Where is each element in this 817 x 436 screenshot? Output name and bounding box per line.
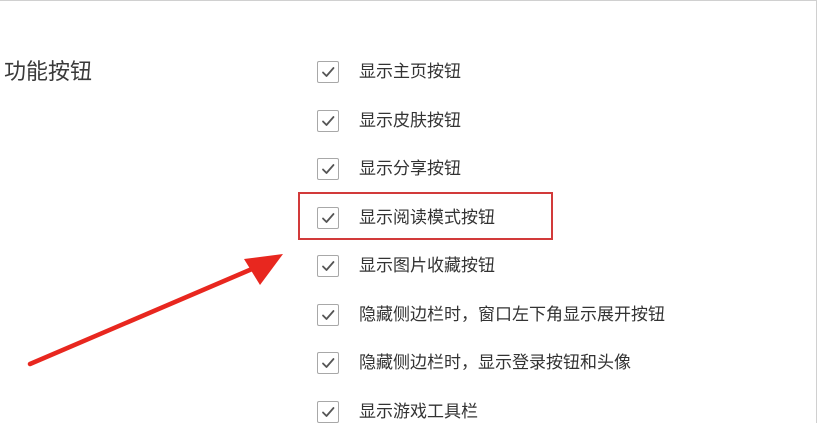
checkbox-checked[interactable] <box>317 255 339 277</box>
checkmark-icon <box>321 405 335 419</box>
checkbox-checked[interactable] <box>317 352 339 374</box>
option-label: 显示分享按钮 <box>359 158 461 180</box>
checkmark-icon <box>321 114 335 128</box>
checkmark-icon <box>321 308 335 322</box>
settings-panel: 功能按钮 显示主页按钮 显示皮肤按钮 <box>0 0 817 423</box>
option-label: 显示阅读模式按钮 <box>359 207 495 229</box>
checkbox-checked[interactable] <box>317 110 339 132</box>
checkmark-icon <box>321 65 335 79</box>
option-label: 显示图片收藏按钮 <box>359 255 495 277</box>
checkbox-checked[interactable] <box>317 207 339 229</box>
function-button-options: 显示主页按钮 显示皮肤按钮 显示分享按钮 <box>317 54 797 436</box>
option-label: 显示皮肤按钮 <box>359 110 461 132</box>
section-title: 功能按钮 <box>4 59 92 87</box>
checkbox-checked[interactable] <box>317 401 339 423</box>
checkmark-icon <box>321 356 335 370</box>
option-label: 隐藏侧边栏时，窗口左下角显示展开按钮 <box>359 304 665 326</box>
option-show-share-button[interactable]: 显示分享按钮 <box>317 145 797 194</box>
option-show-skin-button[interactable]: 显示皮肤按钮 <box>317 97 797 146</box>
option-label: 显示主页按钮 <box>359 61 461 83</box>
option-label: 显示游戏工具栏 <box>359 401 478 423</box>
option-show-login-and-avatar-when-sidebar-hidden[interactable]: 隐藏侧边栏时，显示登录按钮和头像 <box>317 339 797 388</box>
checkbox-checked[interactable] <box>317 304 339 326</box>
option-show-expand-button-when-sidebar-hidden[interactable]: 隐藏侧边栏时，窗口左下角显示展开按钮 <box>317 291 797 340</box>
checkmark-icon <box>321 162 335 176</box>
option-show-game-toolbar[interactable]: 显示游戏工具栏 <box>317 388 797 436</box>
option-show-reading-mode-button[interactable]: 显示阅读模式按钮 <box>317 194 797 243</box>
checkbox-checked[interactable] <box>317 61 339 83</box>
option-show-home-button[interactable]: 显示主页按钮 <box>317 48 797 97</box>
checkbox-checked[interactable] <box>317 158 339 180</box>
checkmark-icon <box>321 259 335 273</box>
checkmark-icon <box>321 211 335 225</box>
option-show-image-collect-button[interactable]: 显示图片收藏按钮 <box>317 242 797 291</box>
option-label: 隐藏侧边栏时，显示登录按钮和头像 <box>359 352 631 374</box>
